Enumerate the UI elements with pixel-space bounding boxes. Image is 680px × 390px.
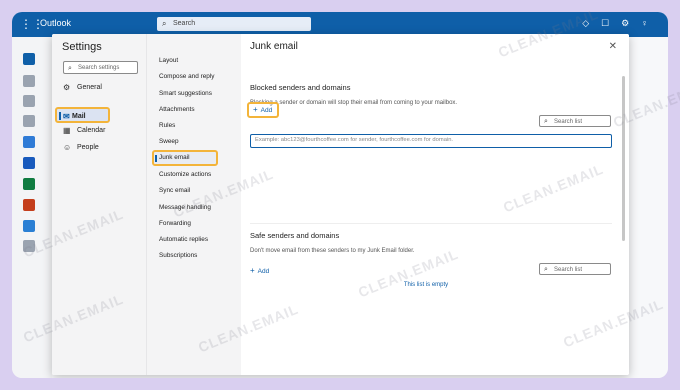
add-safe-button[interactable]: + Add: [250, 266, 269, 275]
subcategory-rules[interactable]: Rules: [159, 122, 175, 129]
subcategory-message-handling[interactable]: Message handling: [159, 204, 211, 211]
outlook-window: ⋮⋮ Outlook ⌕ Search ◇☐⚙♀ Settings ⌕ Sear…: [12, 12, 668, 378]
header-icons: ◇☐⚙♀: [582, 18, 660, 28]
safe-section-description: Don't move email from these senders to m…: [250, 248, 415, 254]
blocked-section-title: Blocked senders and domains: [250, 83, 351, 92]
add-label: Add: [257, 268, 270, 275]
mail-subcategories: Layout Compose and reply Smart suggestio…: [146, 34, 241, 375]
add-blocked-button[interactable]: + Add: [247, 102, 279, 118]
onedrive-app-icon[interactable]: [23, 220, 35, 232]
subcategory-junk-email[interactable]: Junk email: [152, 150, 218, 166]
pane-title: Junk email: [250, 41, 298, 52]
category-people[interactable]: ☺ People: [63, 141, 99, 155]
subcategory-subscriptions[interactable]: Subscriptions: [159, 252, 197, 259]
subcategory-customize-actions[interactable]: Customize actions: [159, 171, 211, 178]
search-icon: ⌕: [68, 65, 72, 72]
search-list-placeholder: Search list: [554, 267, 583, 273]
category-general[interactable]: ⚙ General: [63, 81, 102, 95]
safe-section-title: Safe senders and domains: [250, 231, 340, 240]
safe-list-empty: This list is empty: [403, 282, 449, 288]
pane-scrollbar[interactable]: [622, 76, 625, 241]
add-label: Add: [260, 107, 273, 114]
attach-app-icon[interactable]: [23, 115, 35, 127]
more-apps-icon[interactable]: [23, 240, 35, 252]
settings-title: Settings: [62, 41, 102, 53]
word-app-icon[interactable]: [23, 157, 35, 169]
subcategory-sync-email[interactable]: Sync email: [159, 187, 190, 194]
excel-app-icon[interactable]: [23, 178, 35, 190]
app-name: Outlook: [40, 18, 72, 28]
category-label: General: [77, 84, 102, 91]
junk-email-pane: Junk email ✕ Blocked senders and domains…: [241, 34, 629, 375]
category-mail[interactable]: ✉ Mail: [55, 107, 110, 123]
search-placeholder: Search: [173, 20, 196, 27]
settings-search-placeholder: Search settings: [78, 65, 120, 71]
subcategory-layout[interactable]: Layout: [159, 57, 178, 64]
subcategory-attachments[interactable]: Attachments: [159, 106, 195, 113]
gear-icon: ⚙: [63, 83, 71, 92]
subcategory-sweep[interactable]: Sweep: [159, 138, 179, 145]
category-label: Mail: [72, 113, 86, 120]
app-launcher-icon[interactable]: ⋮⋮: [20, 17, 44, 31]
powerpoint-app-icon[interactable]: [23, 199, 35, 211]
settings-dialog: Settings ⌕ Search settings ⚙ General ✉ M…: [52, 34, 629, 375]
search-icon: ⌕: [544, 266, 548, 273]
subcategory-compose-reply[interactable]: Compose and reply: [159, 73, 214, 80]
todo-app-icon[interactable]: [23, 136, 35, 148]
subcategory-automatic-replies[interactable]: Automatic replies: [159, 236, 208, 243]
calendar-app-icon[interactable]: [23, 75, 35, 87]
settings-categories: Settings ⌕ Search settings ⚙ General ✉ M…: [52, 34, 146, 375]
subcategory-forwarding[interactable]: Forwarding: [159, 220, 191, 227]
blocked-section-description: Blocking a sender or domain will stop th…: [250, 100, 458, 106]
search-icon: ⌕: [544, 118, 548, 125]
calendar-icon: ▦: [63, 126, 71, 135]
search-icon: ⌕: [162, 19, 167, 28]
close-icon[interactable]: ✕: [609, 41, 617, 52]
mail-icon: ✉: [63, 112, 70, 121]
search-input[interactable]: ⌕ Search: [157, 17, 311, 31]
people-icon: ☺: [63, 143, 72, 152]
category-label: People: [77, 144, 99, 151]
safe-search-input[interactable]: ⌕ Search list: [539, 263, 611, 275]
plus-icon: +: [253, 105, 258, 114]
subcategory-smart-suggestions[interactable]: Smart suggestions: [159, 90, 212, 97]
blocked-sender-input[interactable]: Example: abc123@fourthcoffee.com for sen…: [250, 134, 612, 148]
section-divider: [250, 223, 612, 224]
category-label: Calendar: [77, 127, 106, 134]
people-app-icon[interactable]: [23, 95, 35, 107]
category-calendar[interactable]: ▦ Calendar: [63, 124, 105, 138]
blocked-search-input[interactable]: ⌕ Search list: [539, 115, 611, 127]
search-list-placeholder: Search list: [554, 119, 583, 125]
mail-app-icon[interactable]: [23, 53, 35, 65]
settings-search-input[interactable]: ⌕ Search settings: [63, 61, 138, 74]
plus-icon: +: [250, 266, 255, 275]
app-rail: [12, 37, 52, 378]
